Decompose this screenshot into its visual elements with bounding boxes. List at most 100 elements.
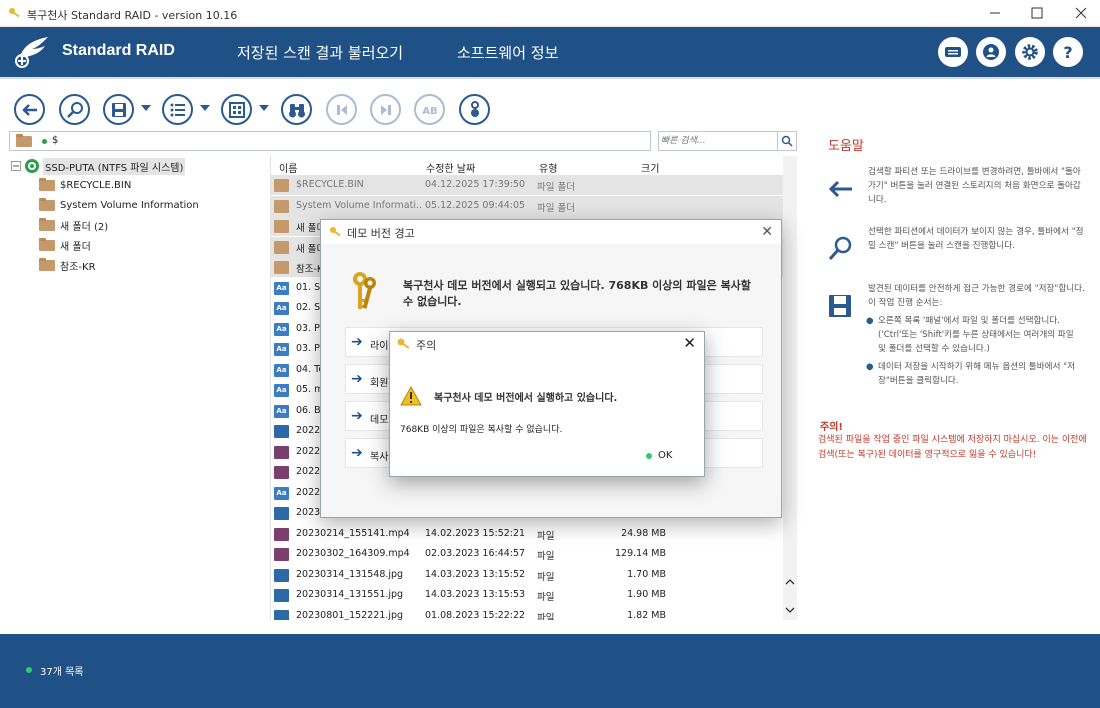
cell-date: 14.03.2023 13:15:53 — [425, 589, 526, 600]
view-dropdown-arrow[interactable] — [259, 105, 269, 111]
scroll-down-icon[interactable] — [785, 606, 795, 614]
help-item: 발견된 데이터를 안전하게 접근 가능한 경로에 "저장"합니다. 이 작업 진… — [868, 284, 1085, 308]
user-button[interactable] — [976, 37, 1006, 67]
cell-name: 20230302_164309.mp4 — [296, 548, 410, 559]
help-button[interactable]: ? — [1053, 37, 1083, 67]
table-row[interactable]: 20230302_164309.mp4 02.03.2023 16:44:57 파일… — [271, 544, 786, 564]
column-name[interactable]: 이름 — [279, 160, 297, 175]
tree-item[interactable]: System Volume Information — [39, 196, 199, 214]
tree-item-label: 참조-KR — [60, 261, 96, 273]
back-icon — [21, 103, 37, 116]
demo-message: 복구천사 데모 버전에서 실행되고 있습니다. 768KB 이상의 파일은 복사… — [403, 279, 751, 308]
maximize-button[interactable] — [1027, 4, 1047, 22]
back-button[interactable] — [14, 94, 45, 125]
settings-button[interactable] — [1015, 37, 1045, 67]
find-prev-button[interactable] — [326, 94, 357, 125]
folder-icon — [16, 134, 32, 147]
vid-icon — [274, 445, 289, 459]
collapse-icon[interactable] — [11, 161, 21, 171]
cell-type: 파일 폴더 — [537, 202, 575, 214]
back-arrow-icon — [828, 180, 852, 198]
cell-type: 파일 — [537, 551, 555, 562]
scroll-up-icon[interactable] — [785, 578, 795, 586]
column-size[interactable]: 크기 — [641, 160, 659, 175]
vid-icon — [274, 527, 289, 541]
find-button[interactable] — [281, 94, 312, 125]
close-icon[interactable]: ✕ — [761, 224, 773, 240]
cell-date: 01.08.2023 15:22:22 — [425, 609, 526, 621]
search-input[interactable] — [661, 134, 771, 148]
cell-date: 14.02.2023 15:52:21 — [425, 527, 526, 539]
option-label: 복사 — [370, 452, 389, 463]
ok-button[interactable]: OK — [658, 450, 672, 461]
help-item: 선택한 파티션에서 데이터가 보이지 않는 경우, 툴바에서 "정밀 스캔" 버… — [868, 227, 1084, 251]
doc-icon: Aa — [274, 363, 289, 377]
list-dropdown-arrow[interactable] — [200, 105, 210, 111]
save-dropdown-arrow[interactable] — [141, 105, 151, 111]
tree-item[interactable]: 새 폴더 — [39, 236, 91, 254]
cell-date: 14.03.2023 13:15:52 — [425, 568, 526, 580]
arrow-icon: ➔ — [351, 371, 363, 387]
help-item: 검색할 파티션 또는 드라이브를 변경하려면, 툴바에서 "돌아가기" 버튼을 … — [868, 167, 1081, 205]
info-button[interactable] — [459, 94, 490, 125]
find-next-button[interactable] — [370, 94, 401, 125]
cell-size: 24.98 MB — [621, 527, 666, 539]
close-icon[interactable]: ✕ — [683, 334, 696, 352]
doc-icon: Aa — [274, 404, 289, 418]
table-row[interactable]: System Volume Informati... 05.12.2025 09:… — [271, 195, 786, 216]
cell-date: 04.12.2025 17:39:50 — [425, 179, 526, 190]
cell-type: 파일 — [537, 530, 555, 542]
folder-icon — [39, 177, 55, 191]
list-scrollbar[interactable] — [783, 156, 797, 620]
close-window-button[interactable] — [1071, 4, 1091, 22]
img-icon — [274, 425, 289, 438]
tree-item[interactable]: $RECYCLE.BIN — [39, 176, 131, 194]
brand-name: Standard RAID — [62, 42, 175, 59]
folder-icon — [39, 197, 55, 211]
list-header: 이름 수정한 날짜 유형 크기 — [271, 155, 797, 175]
cell-size: 129.14 MB — [615, 548, 666, 559]
menu-load-scan[interactable]: 저장된 스캔 결과 불러오기 — [237, 42, 403, 63]
save-button[interactable] — [103, 94, 134, 125]
cell-name: 20230314_131551.jpg — [296, 589, 404, 600]
search-submit-button[interactable] — [777, 132, 796, 150]
match-case-button[interactable]: AB — [414, 94, 445, 125]
help-bullets: ● 오른쪽 목록 '패널'에서 파일 및 폴더를 선택합니다. ('Ctrl'또는… — [864, 314, 1084, 388]
match-case-icon: AB — [422, 106, 437, 117]
keyboard-button[interactable] — [938, 37, 968, 67]
column-date[interactable]: 수정한 날짜 — [426, 160, 475, 175]
table-row[interactable]: 20230214_155141.mp4 14.02.2023 15:52:21 파일… — [271, 524, 786, 544]
img-icon — [274, 507, 289, 520]
table-row[interactable]: 20230801_152221.jpg 01.08.2023 15:22:22 파일… — [271, 606, 786, 621]
view-mode-button[interactable] — [221, 94, 252, 125]
svg-text:AB: AB — [422, 106, 437, 117]
table-row[interactable]: $RECYCLE.BIN 04.12.2025 17:39:50 파일 폴더 — [271, 175, 786, 195]
vid-icon — [274, 466, 289, 479]
folder-icon — [39, 257, 55, 271]
table-row[interactable]: 20230314_131548.jpg 14.03.2023 13:15:52 파일… — [271, 565, 786, 585]
tree-item-label: 새 폴더 (2) — [60, 221, 109, 233]
view-icon — [228, 101, 245, 118]
dialog-body: 복구천사 데모 버전에서 실행하고 있습니다. 768KB 이상의 파일은 복사… — [390, 356, 704, 476]
cell-name: 20230214_155141.mp4 — [296, 527, 410, 539]
magnifier-icon — [781, 135, 793, 147]
menu-software-info[interactable]: 소프트웨어 정보 — [457, 42, 558, 63]
tree-item[interactable]: 새 폴더 (2) — [39, 216, 108, 234]
cell-name: 20230801_152221.jpg — [296, 609, 404, 621]
cell-name: $RECYCLE.BIN — [296, 179, 364, 190]
tree-item[interactable]: 참조-KR — [39, 256, 96, 274]
list-icon — [170, 103, 185, 116]
table-row[interactable]: 20230314_131551.jpg 14.03.2023 13:15:53 파일… — [271, 585, 786, 605]
vid-icon — [274, 548, 289, 561]
minimize-button[interactable] — [985, 4, 1005, 22]
svg-text:?: ? — [1063, 43, 1072, 62]
info-icon — [470, 100, 479, 117]
column-type[interactable]: 유형 — [539, 160, 557, 175]
cell-date: 05.12.2025 09:44:05 — [425, 199, 526, 211]
path-bar[interactable]: $ — [9, 131, 651, 151]
quick-search[interactable] — [658, 131, 797, 151]
deep-scan-button[interactable] — [59, 94, 90, 125]
tree-root[interactable]: SSD-PUTA (NTFS 파일 시스템) — [11, 157, 186, 175]
list-view-button[interactable] — [162, 94, 193, 125]
arrow-icon: ➔ — [351, 408, 363, 424]
